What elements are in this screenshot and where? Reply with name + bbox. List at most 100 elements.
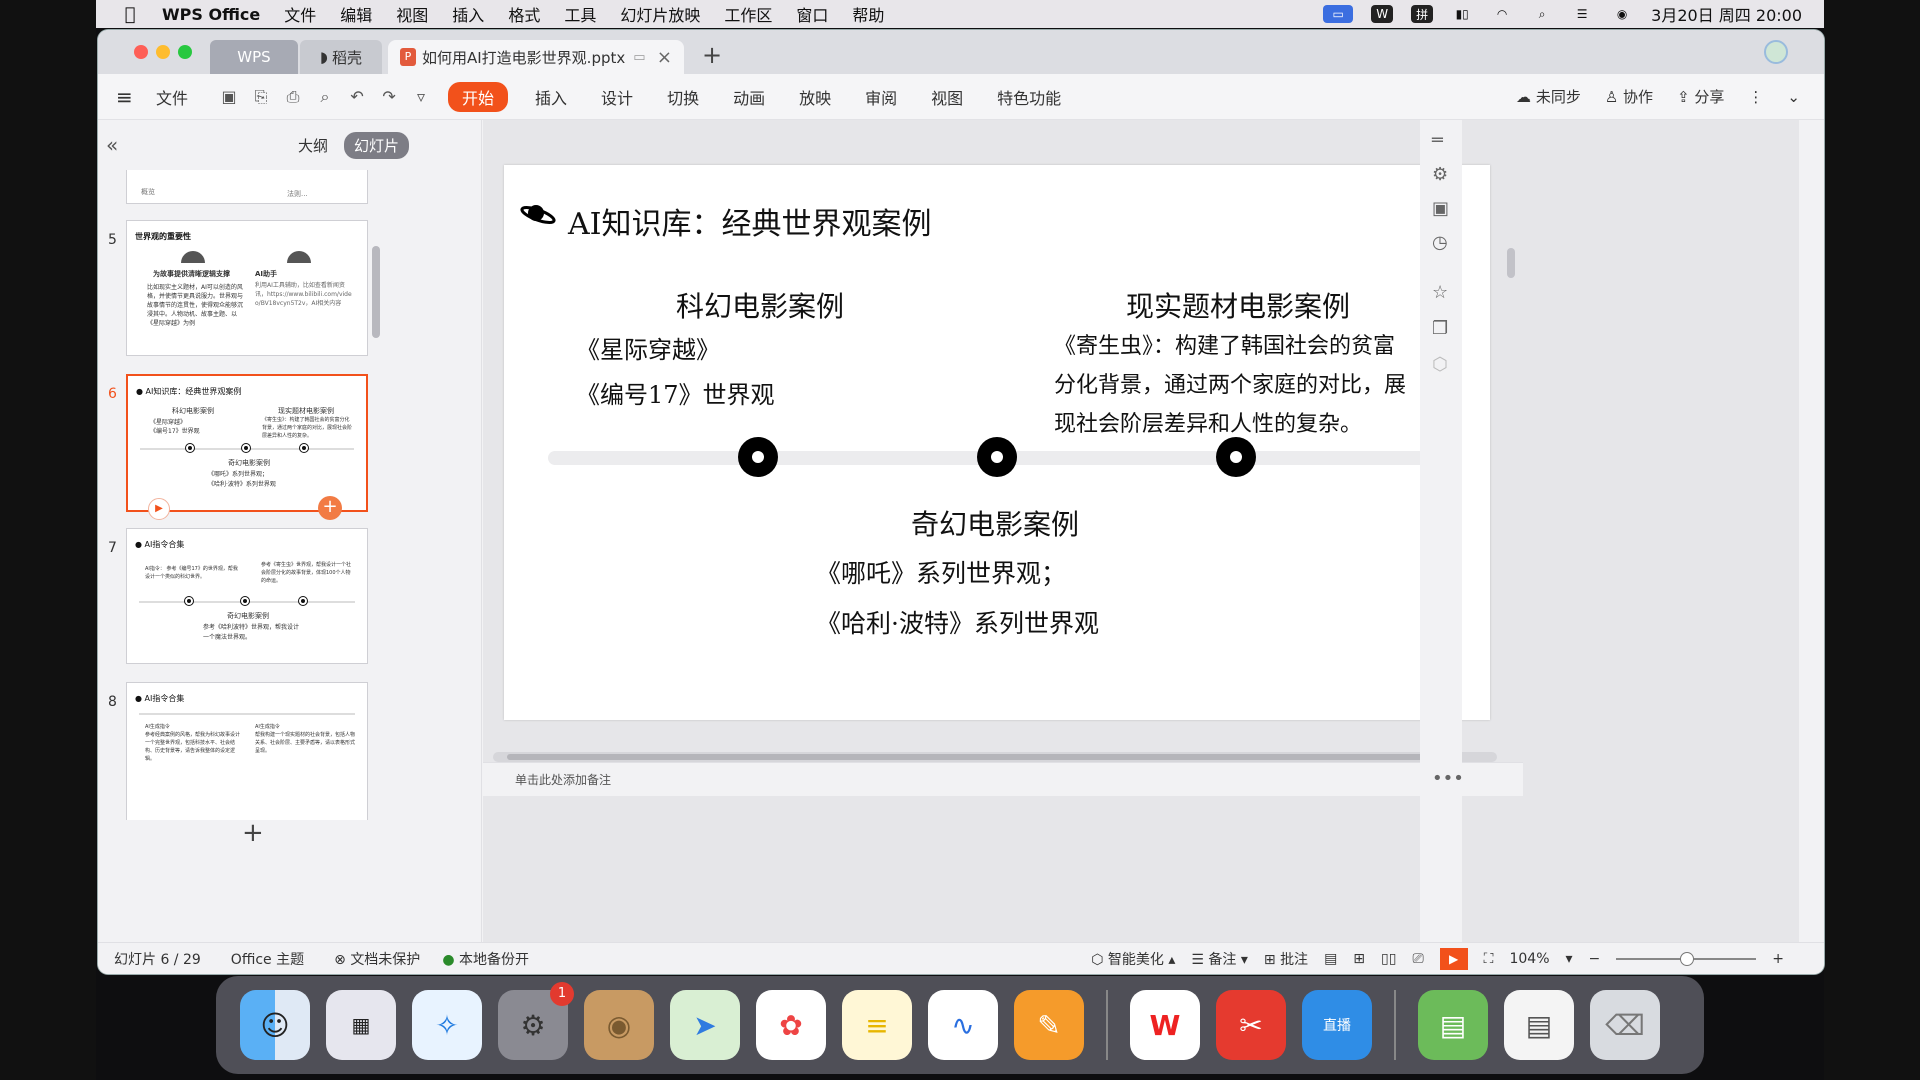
close-window-button[interactable] [134,45,148,59]
slides-mode-button[interactable]: 幻灯片 [344,131,410,159]
realism-body[interactable]: 《寄生虫》：构建了韩国社会的贫富 分化背景，通过两个家庭的对比，展 现社会阶层差… [1054,327,1406,444]
menu-workspace[interactable]: 工作区 [712,2,784,26]
menu-insert[interactable]: 插入 [440,2,496,26]
menu-window[interactable]: 窗口 [784,2,840,26]
add-slide-button[interactable]: + [318,496,342,520]
cube-icon[interactable]: ⬡ [1432,354,1448,375]
sync-button[interactable]: ☁ 未同步 [1516,86,1581,107]
wps-w-icon[interactable]: W [1371,5,1394,23]
control-center-icon[interactable]: ☰ [1571,5,1593,23]
menu-slideshow[interactable]: 幻灯片放映 [608,2,712,26]
wps-office-icon[interactable]: W [1130,990,1200,1060]
slide-thumbnail-4[interactable]: 概览 法则... [126,170,368,204]
canvas-horizontal-scrollbar[interactable] [493,752,1497,762]
fullscreen-window-button[interactable] [178,45,192,59]
ribbon-tab-transitions[interactable]: 切换 [667,85,699,109]
collapse-panel-icon[interactable]: « [106,133,118,157]
presenter-view-icon[interactable]: ⎚ [1412,951,1423,967]
new-slide-button[interactable]: + [242,818,264,848]
theme-name[interactable]: Office 主题 [231,949,304,969]
share-button[interactable]: ⇪ 分享 [1677,86,1724,107]
close-tab-icon[interactable]: × [657,47,672,68]
more-options-icon[interactable]: ⋮ [1748,88,1763,106]
photos-icon[interactable]: ✿ [756,990,826,1060]
properties-icon[interactable]: ⚙ [1432,164,1448,185]
ribbon-tab-slideshow[interactable]: 放映 [799,85,831,109]
ribbon-tab-review[interactable]: 审阅 [865,85,897,109]
document-protect-status[interactable]: ⊗ 文档未保护 [334,949,420,969]
screen-mirror-icon[interactable]: ▭ [1323,5,1354,23]
user-avatar[interactable] [1764,40,1788,64]
ribbon-tab-home[interactable]: 开始 [448,81,509,112]
siri-icon[interactable]: ◉ [1611,5,1633,23]
tab-daoke[interactable]: ◗ 稻壳 [300,40,382,74]
fit-window-icon[interactable]: ⛶ [1484,951,1494,967]
apple-icon[interactable]:  [110,4,150,25]
slide-canvas[interactable]: AI知识库：经典世界观案例 科幻电影案例 《星际穿越》 《编号17》世界观 现实… [483,120,1799,942]
trash-icon[interactable]: ⌫ [1590,990,1660,1060]
ribbon-tab-special[interactable]: 特色功能 [997,85,1061,109]
ribbon-tab-view[interactable]: 视图 [931,85,963,109]
battery-icon[interactable]: ▮▯ [1451,5,1473,23]
comment-button[interactable]: ⊞ 批注 [1264,949,1308,969]
wifi-icon[interactable]: ◠ [1491,5,1513,23]
menu-app-name[interactable]: WPS Office [150,5,272,24]
pages-icon[interactable]: ✎ [1014,990,1084,1060]
scifi-heading[interactable]: 科幻电影案例 [676,285,844,325]
current-slide[interactable]: AI知识库：经典世界观案例 科幻电影案例 《星际穿越》 《编号17》世界观 现实… [504,165,1490,720]
slide-thumbnail-6[interactable]: ● AI知识库：经典世界观案例 科幻电影案例 《星际穿越》 《编号17》世界观 … [126,374,368,520]
print-preview-icon[interactable]: ⌕ [316,87,334,107]
normal-view-icon[interactable]: ▤ [1324,951,1337,967]
layers-icon[interactable]: ❐ [1432,318,1448,339]
notes-pane[interactable]: 单击此处添加备注 [483,762,1523,796]
more-quick-access-icon[interactable]: ▿ [412,87,430,107]
local-backup-status[interactable]: ● 本地备份开 [442,949,529,969]
menu-help[interactable]: 帮助 [840,2,896,26]
slide-thumbnail-5[interactable]: 世界观的重要性 为故事提供清晰逻辑支撑 比如现实主义题材，AI可以创造的风格，并… [126,220,368,356]
zoom-dropdown-icon[interactable]: ▾ [1566,951,1573,967]
freeform-icon[interactable]: ∿ [928,990,998,1060]
play-slideshow-button[interactable]: ▶ [1439,947,1468,970]
canvas-vertical-scrollbar[interactable] [1507,128,1517,742]
menu-tools[interactable]: 工具 [552,2,608,26]
tab-wps-home[interactable]: WPS [210,40,298,74]
thumbnail-list[interactable]: 概览 法则... 5 世界观的重要性 为故事提供清晰逻辑支撑 比如现实主义题材，… [98,170,482,820]
system-settings-icon[interactable]: ⚙ 1 [498,982,574,1060]
reading-view-icon[interactable]: ▯▯ [1381,951,1396,967]
undo-icon[interactable]: ↶ [348,87,366,107]
maps-icon[interactable]: ➤ [670,990,740,1060]
scifi-body[interactable]: 《星际穿越》 《编号17》世界观 [576,331,775,415]
redo-icon[interactable]: ↷ [380,87,398,107]
slide-thumbnail-7[interactable]: ● AI指令合集 AI指令： 参考《编号17》的世界观，帮我设计一个类似的科幻世… [126,528,368,664]
outline-mode-button[interactable]: 大纲 [288,132,338,159]
fantasy-heading[interactable]: 奇幻电影案例 [911,503,1079,543]
new-tab-button[interactable]: + [702,41,722,69]
menu-file[interactable]: 文件 [272,2,328,26]
star-icon[interactable]: ☆ [1432,282,1448,303]
menu-view[interactable]: 视图 [384,2,440,26]
ribbon-tab-animation[interactable]: 动画 [733,85,765,109]
collapse-ribbon-icon[interactable]: ⌄ [1787,88,1800,106]
numbers-file-icon[interactable]: ▤ [1418,990,1488,1060]
zoom-out-icon[interactable]: − [1589,951,1601,967]
menubar-clock[interactable]: 3月20日 周四 20:00 [1651,2,1802,26]
zoom-slider[interactable] [1616,951,1757,966]
thumbnail-scrollbar[interactable] [372,246,380,338]
minimize-window-button[interactable] [156,45,170,59]
notes-app-icon[interactable]: ≡ [842,990,912,1060]
save-icon[interactable]: ▣ [220,87,238,107]
contacts-icon[interactable]: ◉ [584,990,654,1060]
wps-slides-icon[interactable]: ✂ [1216,990,1286,1060]
collab-button[interactable]: ♙ 协作 [1605,86,1653,107]
scroll-thumb[interactable] [507,754,1451,760]
tab-document[interactable]: P 如何用AI打造电影世界观.pptx ▭ × [388,40,684,74]
live-stream-icon[interactable]: 直播 [1302,990,1372,1060]
zoom-level[interactable]: 104% [1509,951,1549,967]
search-icon[interactable]: ⌕ [1531,5,1553,23]
input-pinyin-icon[interactable]: 拼 [1411,5,1434,23]
export-icon[interactable]: ⎘ [252,87,270,107]
safari-icon[interactable]: ✧ [412,990,482,1060]
scroll-thumb[interactable] [1507,248,1515,278]
launchpad-icon[interactable]: ▦ [326,990,396,1060]
menu-edit[interactable]: 编辑 [328,2,384,26]
